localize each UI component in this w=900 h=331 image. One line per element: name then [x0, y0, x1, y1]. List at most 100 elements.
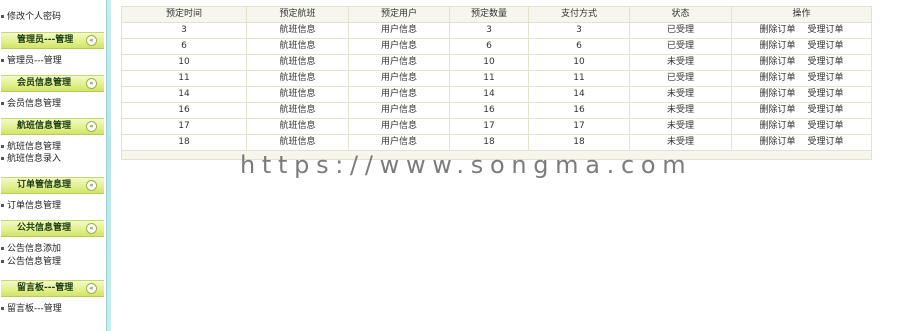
cell-user[interactable]: 用户信息	[348, 38, 450, 55]
cell-actions: 删除订单 受理订单	[731, 134, 872, 151]
accept-order-link[interactable]: 受理订单	[808, 73, 844, 83]
bullet-icon	[1, 259, 4, 263]
chevron-icon[interactable]: «	[86, 121, 97, 132]
cell-quantity: 14	[449, 86, 529, 103]
column-header-payment: 支付方式	[528, 6, 630, 23]
cell-flight[interactable]: 航班信息	[246, 22, 349, 39]
bullet-icon	[1, 306, 4, 310]
cell-user[interactable]: 用户信息	[348, 86, 450, 103]
delete-order-link[interactable]: 删除订单	[759, 89, 795, 99]
cell-quantity: 16	[449, 102, 529, 119]
sidebar: 修改个人密码 管理员---管理 « 管理员---管理 会员信息管理 « 会员信息…	[0, 0, 111, 331]
section-header-member[interactable]: 会员信息管理 «	[1, 75, 104, 92]
chevron-icon[interactable]: «	[86, 180, 97, 191]
cell-status: 未受理	[629, 102, 732, 119]
section-header-flight[interactable]: 航班信息管理 «	[1, 118, 104, 135]
accept-order-link[interactable]: 受理订单	[808, 25, 844, 35]
sidebar-panel: 修改个人密码 管理员---管理 « 管理员---管理 会员信息管理 « 会员信息…	[0, 0, 107, 331]
chevron-icon[interactable]: «	[86, 35, 97, 46]
table-row: 16 航班信息 用户信息 16 16 未受理 删除订单 受理订单	[121, 102, 872, 119]
cell-user[interactable]: 用户信息	[348, 102, 450, 119]
cell-user[interactable]: 用户信息	[348, 134, 450, 151]
cell-user[interactable]: 用户信息	[348, 118, 450, 135]
cell-actions: 删除订单 受理订单	[731, 22, 872, 39]
cell-actions: 删除订单 受理订单	[731, 118, 872, 135]
cell-status: 未受理	[629, 118, 732, 135]
cell-time: 3	[121, 22, 247, 39]
sidebar-item-notice-manage[interactable]: 公告信息管理	[0, 256, 104, 268]
section-header-orders[interactable]: 订单管信息理 «	[1, 177, 104, 194]
table-header-row: 预定时间 预定航班 预定用户 预定数量 支付方式 状态 操作	[121, 6, 872, 23]
section-header-guestbook[interactable]: 留言板---管理 «	[1, 280, 104, 297]
delete-order-link[interactable]: 删除订单	[759, 121, 795, 131]
watermark-text: https://www.songma.com	[240, 151, 693, 179]
delete-order-link[interactable]: 删除订单	[759, 41, 795, 51]
cell-user[interactable]: 用户信息	[348, 70, 450, 87]
cell-quantity: 18	[449, 134, 529, 151]
delete-order-link[interactable]: 删除订单	[759, 57, 795, 67]
cell-payment: 11	[528, 70, 630, 87]
delete-order-link[interactable]: 删除订单	[759, 105, 795, 115]
cell-flight[interactable]: 航班信息	[246, 54, 349, 71]
column-header-user: 预定用户	[348, 6, 450, 23]
accept-order-link[interactable]: 受理订单	[808, 105, 844, 115]
sidebar-item-guestbook-manage[interactable]: 留言板---管理	[0, 303, 104, 315]
cell-user[interactable]: 用户信息	[348, 54, 450, 71]
cell-quantity: 11	[449, 70, 529, 87]
table-row: 17 航班信息 用户信息 17 17 未受理 删除订单 受理订单	[121, 118, 872, 135]
table-row: 6 航班信息 用户信息 6 6 已受理 删除订单 受理订单	[121, 38, 872, 55]
sidebar-item-flight-manage[interactable]: 航班信息管理	[0, 141, 104, 153]
cell-quantity: 17	[449, 118, 529, 135]
cell-actions: 删除订单 受理订单	[731, 86, 872, 103]
cell-time: 14	[121, 86, 247, 103]
cell-flight[interactable]: 航班信息	[246, 134, 349, 151]
cell-status: 未受理	[629, 134, 732, 151]
bullet-icon	[1, 246, 4, 250]
chevron-icon[interactable]: «	[86, 78, 97, 89]
orders-table: 预定时间 预定航班 预定用户 预定数量 支付方式 状态 操作 3 航班信息 用户…	[121, 6, 872, 160]
chevron-icon[interactable]: «	[86, 223, 97, 234]
delete-order-link[interactable]: 删除订单	[759, 25, 795, 35]
cell-status: 已受理	[629, 70, 732, 87]
sidebar-item-order-manage[interactable]: 订单信息管理	[0, 200, 104, 212]
accept-order-link[interactable]: 受理订单	[808, 57, 844, 67]
bullet-icon	[1, 144, 4, 148]
cell-flight[interactable]: 航班信息	[246, 38, 349, 55]
cell-flight[interactable]: 航班信息	[246, 86, 349, 103]
cell-quantity: 6	[449, 38, 529, 55]
table-row: 18 航班信息 用户信息 18 18 未受理 删除订单 受理订单	[121, 134, 872, 151]
delete-order-link[interactable]: 删除订单	[759, 137, 795, 147]
sidebar-item-flight-entry[interactable]: 航班信息录入	[0, 153, 104, 165]
accept-order-link[interactable]: 受理订单	[808, 121, 844, 131]
accept-order-link[interactable]: 受理订单	[808, 41, 844, 51]
cell-payment: 14	[528, 86, 630, 103]
section-header-admin[interactable]: 管理员---管理 «	[1, 32, 104, 49]
cell-user[interactable]: 用户信息	[348, 22, 450, 39]
chevron-icon[interactable]: «	[86, 283, 97, 294]
sidebar-item-member-manage[interactable]: 会员信息管理	[0, 98, 104, 110]
cell-actions: 删除订单 受理订单	[731, 70, 872, 87]
cell-flight[interactable]: 航班信息	[246, 102, 349, 119]
column-header-actions: 操作	[731, 6, 872, 23]
column-header-time: 预定时间	[121, 6, 247, 23]
sidebar-item-admin-manage[interactable]: 管理员---管理	[0, 55, 104, 67]
delete-order-link[interactable]: 删除订单	[759, 73, 795, 83]
sidebar-item-notice-add[interactable]: 公告信息添加	[0, 243, 104, 255]
cell-quantity: 10	[449, 54, 529, 71]
column-header-flight: 预定航班	[246, 6, 349, 23]
cell-flight[interactable]: 航班信息	[246, 118, 349, 135]
cell-time: 16	[121, 102, 247, 119]
cell-status: 已受理	[629, 22, 732, 39]
cell-time: 18	[121, 134, 247, 151]
bullet-icon	[1, 14, 4, 18]
bullet-icon	[1, 101, 4, 105]
cell-actions: 删除订单 受理订单	[731, 102, 872, 119]
cell-payment: 17	[528, 118, 630, 135]
sidebar-item-change-password[interactable]: 修改个人密码	[0, 11, 104, 23]
cell-time: 10	[121, 54, 247, 71]
accept-order-link[interactable]: 受理订单	[808, 137, 844, 147]
accept-order-link[interactable]: 受理订单	[808, 89, 844, 99]
cell-flight[interactable]: 航班信息	[246, 70, 349, 87]
bullet-icon	[1, 58, 4, 62]
section-header-notice[interactable]: 公共信息管理 «	[1, 220, 104, 237]
